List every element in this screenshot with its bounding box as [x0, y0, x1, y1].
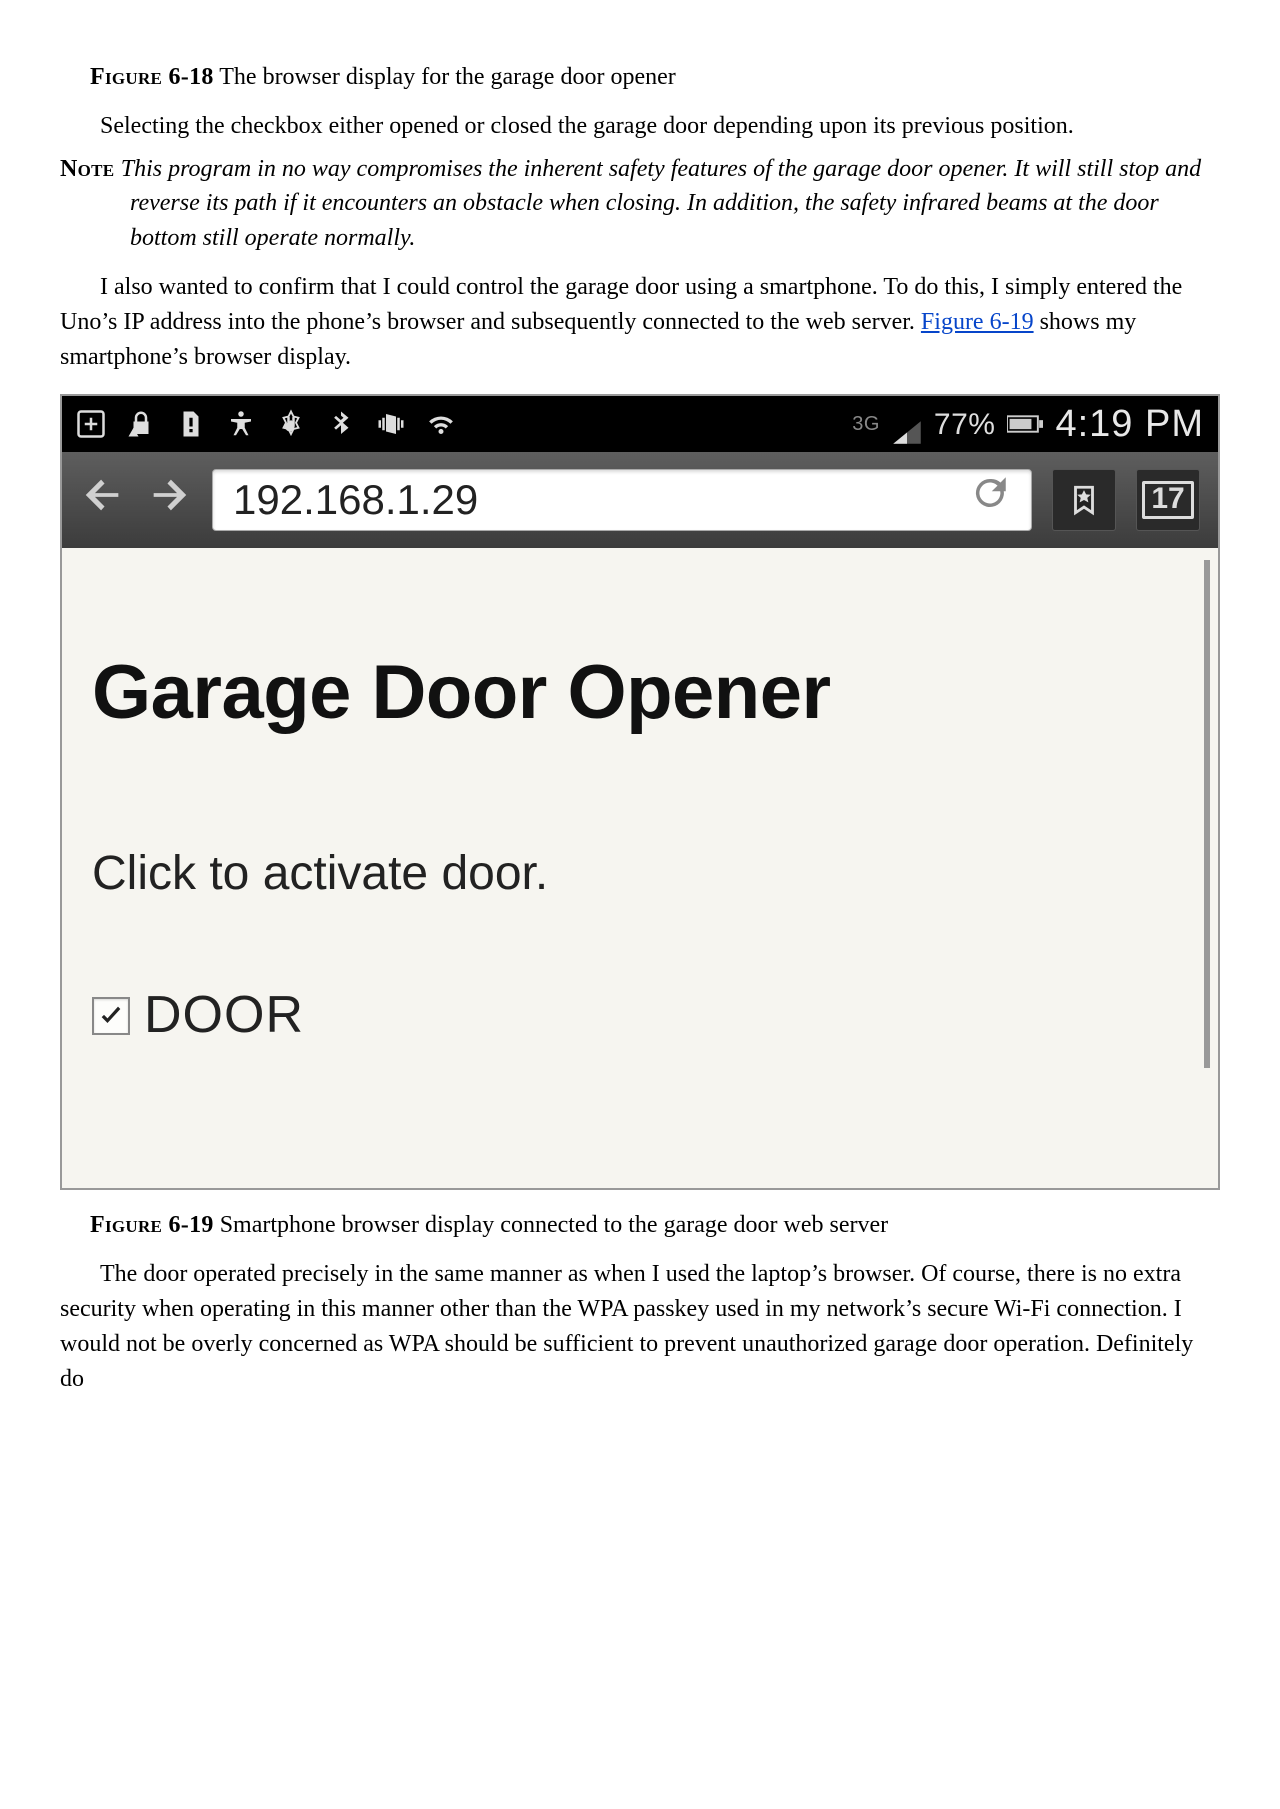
browser-toolbar: 192.168.1.29 17: [62, 452, 1218, 548]
back-button[interactable]: [80, 472, 126, 529]
tabs-button[interactable]: 17: [1136, 469, 1200, 531]
door-checkbox[interactable]: [92, 997, 130, 1035]
signal-icon: [892, 411, 922, 437]
figure-6-19-text: Smartphone browser display connected to …: [214, 1212, 888, 1238]
note-text: This program in no way compromises the i…: [121, 156, 1201, 252]
door-control-row: DOOR: [92, 978, 1188, 1053]
body-paragraph-2: I also wanted to confirm that I could co…: [60, 270, 1220, 374]
figure-6-18-text: The browser display for the garage door …: [214, 64, 676, 90]
network-type-label: 3G: [852, 410, 880, 439]
note-block: Note This program in no way compromises …: [60, 152, 1220, 256]
note-label: Note: [60, 156, 121, 182]
url-bar[interactable]: 192.168.1.29: [212, 469, 1032, 531]
url-text: 192.168.1.29: [233, 470, 478, 531]
door-checkbox-label: DOOR: [144, 978, 304, 1053]
page-instruction: Click to activate door.: [92, 839, 1188, 909]
sim-alert-icon: [176, 409, 206, 439]
vibrate-icon: [376, 409, 406, 439]
figure-6-19-label: Figure 6-19: [90, 1212, 214, 1238]
body-paragraph-3: The door operated precisely in the same …: [60, 1257, 1220, 1396]
tabs-count: 17: [1142, 481, 1193, 519]
add-tab-icon: [76, 409, 106, 439]
accessibility-icon: [226, 409, 256, 439]
bluetooth-icon: [326, 409, 356, 439]
clock: 4:19 PM: [1055, 397, 1204, 452]
figure-6-18-caption: Figure 6-18 The browser display for the …: [60, 60, 1220, 95]
battery-percentage: 77%: [934, 403, 996, 447]
smartphone-screenshot: 3G 77% 4:19 PM 192.168.1.29 1: [60, 394, 1220, 1190]
page-heading: Garage Door Opener: [92, 638, 1188, 748]
forward-button[interactable]: [146, 472, 192, 529]
bookmark-button[interactable]: [1052, 469, 1116, 531]
webpage-viewport: Garage Door Opener Click to activate doo…: [62, 548, 1218, 1188]
wifi-icon: [426, 409, 456, 439]
hand-icon: [276, 409, 306, 439]
figure-6-18-label: Figure 6-18: [90, 64, 214, 90]
figure-6-19-link[interactable]: Figure 6-19: [921, 309, 1034, 335]
battery-icon: [1007, 409, 1043, 439]
scrollbar[interactable]: [1204, 560, 1210, 1068]
figure-6-19-caption: Figure 6-19 Smartphone browser display c…: [60, 1208, 1220, 1243]
refresh-button[interactable]: [969, 470, 1011, 531]
lock-alert-icon: [126, 409, 156, 439]
status-bar: 3G 77% 4:19 PM: [62, 396, 1218, 452]
body-paragraph-1: Selecting the checkbox either opened or …: [60, 109, 1220, 144]
